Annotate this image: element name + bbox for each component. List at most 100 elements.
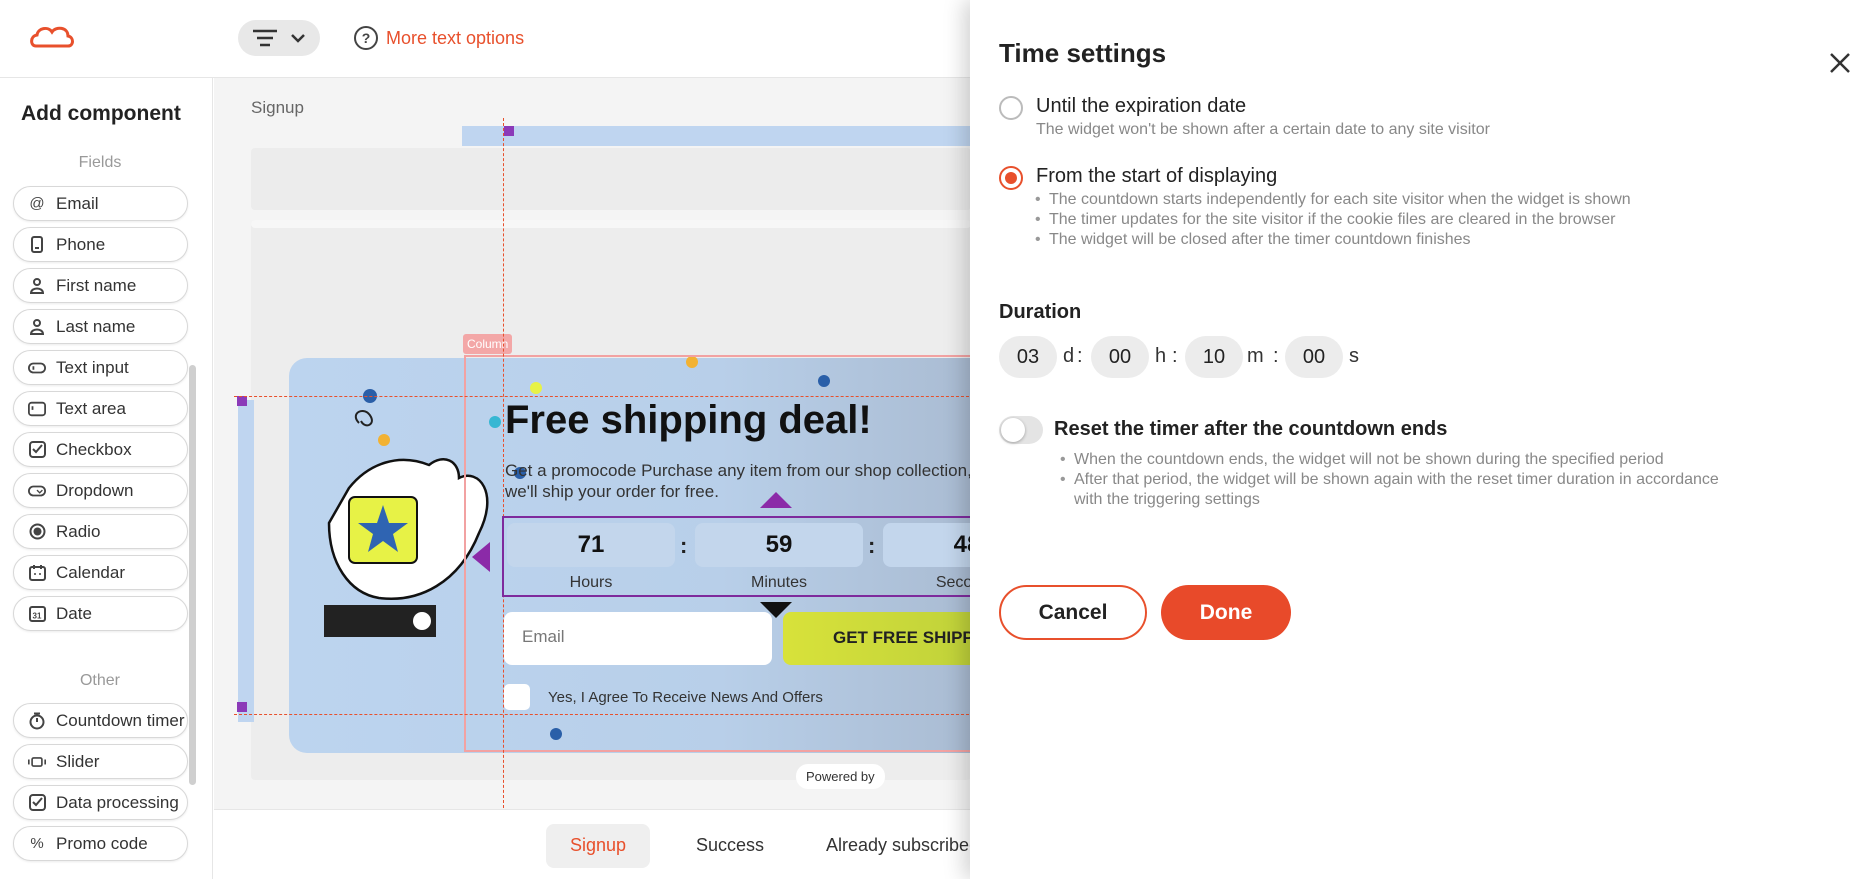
reset-timer-label[interactable]: Reset the timer after the countdown ends (1054, 418, 1447, 441)
timer-minutes-label: Minutes (750, 574, 808, 591)
sidebar-scrollbar[interactable] (189, 365, 196, 785)
component-data-processing[interactable]: Data processing (13, 785, 188, 820)
component-label: Date (56, 603, 92, 623)
component-checkbox[interactable]: Checkbox (13, 432, 188, 467)
done-button[interactable]: Done (1161, 585, 1291, 640)
component-calendar[interactable]: Calendar (13, 555, 188, 590)
component-sidebar: Add component Fields @ Email Phone First … (0, 78, 213, 879)
component-radio[interactable]: Radio (13, 514, 188, 549)
cloud-logo-icon[interactable] (28, 22, 76, 52)
radio-icon (28, 523, 46, 541)
more-text-options-link[interactable]: ? More text options (354, 26, 524, 50)
text-area-icon (28, 400, 46, 418)
component-label: Email (56, 193, 99, 213)
checkbox-icon (28, 441, 46, 459)
duration-seconds-unit: s (1349, 345, 1359, 367)
checkbox-icon (28, 794, 46, 812)
option-until-expiration-desc: The widget won't be shown after a certai… (1036, 121, 1490, 138)
duration-hours-input[interactable]: 00 (1091, 336, 1149, 378)
countdown-timer-block[interactable]: 71 Hours : 59 Minutes : 48 Seconds (502, 516, 970, 597)
slider-icon (28, 753, 46, 771)
close-icon[interactable] (1827, 50, 1853, 76)
reset-timer-toggle[interactable] (999, 416, 1043, 444)
tab-signup[interactable]: Signup (546, 824, 651, 868)
powered-by-badge[interactable]: Powered by (796, 764, 885, 789)
component-label: Data processing (56, 792, 179, 812)
component-label: Promo code (56, 833, 148, 853)
option-from-start-title[interactable]: From the start of displaying (1036, 165, 1277, 188)
duration-days-input[interactable]: 03 (999, 336, 1057, 378)
widget-email-input[interactable]: Email (504, 612, 772, 665)
duration-days-unit: d (1063, 345, 1075, 367)
tab-success[interactable]: Success (672, 824, 788, 868)
svg-text:31: 31 (32, 612, 41, 621)
component-label: Last name (56, 316, 136, 336)
column-tag[interactable]: Column (463, 334, 513, 354)
duration-separator: : (1172, 345, 1178, 367)
move-left-arrow-icon[interactable] (470, 540, 492, 574)
get-free-shipping-button[interactable]: GET FREE SHIPPING (783, 612, 970, 665)
other-section-label: Other (79, 672, 120, 689)
component-date[interactable]: 31 Date (13, 596, 188, 631)
resize-handle[interactable] (504, 126, 514, 136)
timer-separator: : (868, 533, 876, 558)
timer-hours-value: 71 (507, 523, 675, 567)
radio-until-expiration[interactable] (999, 96, 1023, 120)
widget-subtext[interactable]: Get a promocode Purchase any item from o… (505, 460, 970, 502)
guide-line-horizontal (234, 714, 970, 715)
top-toolbar: ? More text options (0, 0, 970, 78)
component-label: Text area (56, 398, 126, 418)
step-tabs: Signup Success Already subscribed (214, 809, 979, 879)
option-from-start-bullet: The countdown starts independently for e… (1035, 191, 1631, 209)
component-label: Countdown timer (56, 710, 185, 730)
component-label: Phone (56, 234, 106, 254)
panel-title: Time settings (999, 38, 1167, 68)
component-promo-code[interactable]: % Promo code (13, 826, 188, 861)
fields-section-label: Fields (78, 154, 122, 171)
reset-timer-bullet-continued: with the triggering settings (1074, 491, 1260, 508)
component-label: Checkbox (56, 439, 132, 459)
editor-canvas: Signup Column Free shipping deal! Get a … (214, 78, 970, 809)
option-from-start-bullet: The widget will be closed after the time… (1035, 231, 1471, 249)
text-align-icon (253, 29, 277, 47)
cancel-button[interactable]: Cancel (999, 585, 1147, 640)
guide-line-horizontal (234, 396, 970, 397)
duration-separator: : (1077, 345, 1083, 367)
text-align-dropdown[interactable] (238, 20, 320, 56)
move-up-arrow-icon[interactable] (758, 490, 794, 510)
component-text-input[interactable]: Text input (13, 350, 188, 385)
component-phone[interactable]: Phone (13, 227, 188, 262)
component-dropdown[interactable]: Dropdown (13, 473, 188, 508)
dropdown-icon (28, 482, 46, 500)
component-slider[interactable]: Slider (13, 744, 188, 779)
reset-timer-bullet: After that period, the widget will be sh… (1060, 471, 1719, 489)
selection-rail (238, 400, 254, 722)
time-settings-panel: Time settings Until the expiration date … (970, 0, 1863, 879)
duration-seconds-input[interactable]: 00 (1285, 336, 1343, 378)
timer-seconds-label: Seconds (935, 574, 970, 591)
sidebar-title: Add component (21, 102, 181, 125)
component-first-name[interactable]: First name (13, 268, 188, 303)
resize-handle[interactable] (237, 396, 247, 406)
component-label: Calendar (56, 562, 125, 582)
option-until-expiration-title[interactable]: Until the expiration date (1036, 95, 1246, 118)
duration-separator: : (1273, 345, 1279, 367)
component-last-name[interactable]: Last name (13, 309, 188, 344)
component-countdown-timer[interactable]: Countdown timer (13, 703, 188, 738)
component-text-area[interactable]: Text area (13, 391, 188, 426)
widget-headline[interactable]: Free shipping deal! (505, 398, 872, 443)
question-icon: ? (354, 26, 378, 50)
reset-timer-bullet: When the countdown ends, the widget will… (1060, 451, 1664, 469)
agree-checkbox[interactable] (504, 684, 530, 710)
duration-minutes-input[interactable]: 10 (1185, 336, 1243, 378)
selection-rail (462, 126, 970, 146)
resize-handle[interactable] (237, 702, 247, 712)
person-icon (28, 318, 46, 336)
stopwatch-icon (28, 712, 46, 730)
component-email[interactable]: @ Email (13, 186, 188, 221)
duration-title: Duration (999, 301, 1082, 323)
component-label: Radio (56, 521, 101, 541)
phone-icon (28, 236, 46, 254)
radio-from-start[interactable] (999, 166, 1023, 190)
person-icon (28, 277, 46, 295)
